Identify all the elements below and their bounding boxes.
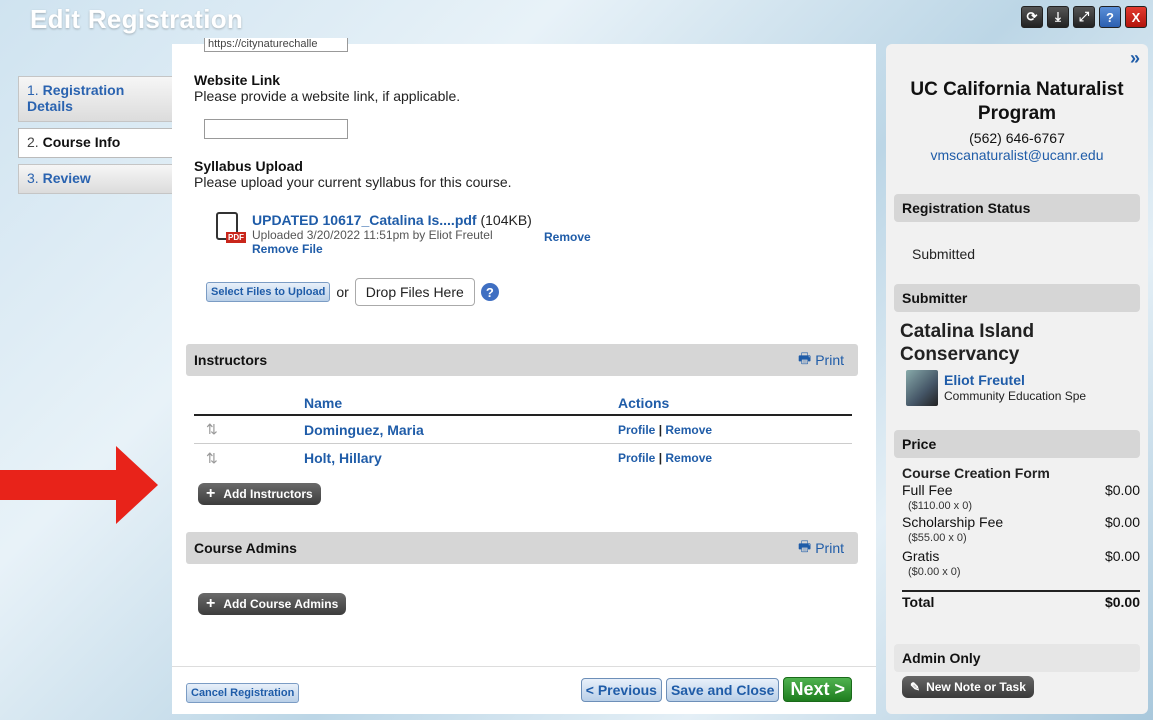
- upload-info: Uploaded 3/20/2022 11:51pm by Eliot Freu…: [252, 228, 493, 242]
- submitter-header: Submitter: [894, 284, 1140, 312]
- refresh-icon[interactable]: ⟳: [1021, 6, 1043, 28]
- close-icon[interactable]: X: [1125, 6, 1147, 28]
- submitter-role: Community Education Spe: [944, 389, 1087, 403]
- status-value: Submitted: [912, 246, 976, 262]
- profile-link[interactable]: Profile: [618, 423, 655, 437]
- website-help: Please provide a website link, if applic…: [194, 88, 461, 104]
- save-and-close-button[interactable]: Save and Close: [665, 677, 780, 702]
- collapse-sidebar-icon[interactable]: »: [1130, 48, 1140, 69]
- full-fee-row: Full Fee $0.00: [902, 482, 1140, 498]
- add-course-admins-button[interactable]: + Add Course Admins: [198, 593, 347, 615]
- remove-instructor-link[interactable]: Remove: [665, 451, 712, 465]
- print-admins-button[interactable]: 🖶 Print: [798, 536, 844, 560]
- drag-handle-icon[interactable]: ⇅: [194, 421, 304, 438]
- submitter-name-link[interactable]: Eliot Freutel: [944, 372, 1025, 388]
- table-row: ⇅ Dominguez, Maria Profile | Remove: [194, 416, 852, 444]
- syllabus-label: Syllabus Upload: [194, 158, 303, 174]
- new-note-button[interactable]: ✎ New Note or Task: [902, 676, 1034, 698]
- window-title: Edit Registration: [30, 4, 244, 34]
- window-controls: ⟳ ⤓ ⤢ ? X: [1021, 6, 1147, 28]
- select-files-button[interactable]: Select Files to Upload: [206, 282, 331, 302]
- printer-icon: 🖶: [797, 350, 812, 366]
- url-field[interactable]: https://citynaturechalle: [204, 38, 348, 52]
- syllabus-section: Syllabus Upload Please upload your curre…: [194, 158, 512, 190]
- price-form-title: Course Creation Form: [902, 465, 1050, 481]
- printer-icon: 🖶: [797, 538, 812, 554]
- instructors-header: Instructors 🖶 Print: [186, 344, 858, 376]
- instructors-table: Name Actions ⇅ Dominguez, Maria Profile …: [194, 392, 852, 472]
- previous-button[interactable]: < Previous: [580, 677, 662, 702]
- instructor-name[interactable]: Holt, Hillary: [304, 450, 618, 466]
- add-instructors-button[interactable]: + Add Instructors: [198, 483, 321, 505]
- website-label: Website Link: [194, 72, 281, 88]
- gratis-row: Gratis $0.00: [902, 548, 1140, 564]
- admin-only-header: Admin Only: [894, 644, 1140, 672]
- tab-review[interactable]: 3. Review: [18, 164, 172, 194]
- remove-link[interactable]: Remove: [544, 230, 591, 244]
- upload-controls: Select Files to Upload or Drop Files Her…: [206, 278, 499, 306]
- tab-course-info[interactable]: 2. Course Info: [18, 128, 176, 158]
- website-section: Website Link Please provide a website li…: [194, 72, 460, 104]
- print-instructors-button[interactable]: 🖶 Print: [798, 348, 844, 372]
- website-input[interactable]: [204, 119, 348, 139]
- remove-instructor-link[interactable]: Remove: [665, 423, 712, 437]
- or-text: or: [336, 284, 349, 300]
- price-header: Price: [894, 430, 1140, 458]
- plus-icon: +: [206, 595, 216, 612]
- step-tabs: 1. Registration Details 2. Course Info 3…: [18, 76, 176, 200]
- table-header: Name Actions: [194, 392, 852, 416]
- help-icon[interactable]: ?: [1099, 6, 1121, 28]
- cancel-registration-button[interactable]: Cancel Registration: [186, 683, 300, 703]
- file-size: (104KB): [480, 212, 532, 228]
- instructor-name[interactable]: Dominguez, Maria: [304, 422, 618, 438]
- drop-files-zone[interactable]: Drop Files Here: [354, 278, 475, 306]
- remove-file-link[interactable]: Remove File: [252, 242, 532, 256]
- email-link[interactable]: vmscanaturalist@ucanr.edu: [886, 147, 1148, 163]
- program-name: UC California Naturalist Program: [910, 79, 1124, 124]
- note-icon: ✎: [910, 680, 921, 694]
- download-icon[interactable]: ⤓: [1047, 6, 1069, 28]
- syllabus-help: Please upload your current syllabus for …: [194, 174, 512, 190]
- course-admins-header: Course Admins 🖶 Print: [186, 532, 858, 564]
- avatar: [906, 370, 938, 406]
- pdf-file-icon: PDF: [214, 212, 246, 248]
- uploaded-file: PDF UPDATED 10617_Catalina Is....pdf (10…: [214, 212, 532, 256]
- table-row: ⇅ Holt, Hillary Profile | Remove: [194, 444, 852, 472]
- file-name-link[interactable]: UPDATED 10617_Catalina Is....pdf: [252, 212, 477, 228]
- phone: (562) 646-6767: [969, 130, 1065, 146]
- profile-link[interactable]: Profile: [618, 451, 655, 465]
- submitter-org: Catalina Island Conservancy: [900, 321, 1035, 365]
- expand-icon[interactable]: ⤢: [1073, 6, 1095, 28]
- next-button[interactable]: Next >: [783, 677, 852, 702]
- drag-handle-icon[interactable]: ⇅: [194, 450, 304, 467]
- registration-status-header: Registration Status: [894, 194, 1140, 222]
- main-panel: https://citynaturechalle Website Link Pl…: [172, 38, 876, 714]
- summary-sidebar: » UC California Naturalist Program (562)…: [886, 44, 1148, 714]
- plus-icon: +: [206, 485, 216, 502]
- red-arrow-icon: [0, 446, 158, 524]
- scholarship-fee-row: Scholarship Fee $0.00: [902, 514, 1140, 530]
- form-footer: Cancel Registration < Previous Save and …: [172, 666, 876, 714]
- question-icon[interactable]: ?: [480, 283, 499, 301]
- tab-registration-details[interactable]: 1. Registration Details: [18, 76, 172, 122]
- total-row: Total $0.00: [902, 594, 1140, 610]
